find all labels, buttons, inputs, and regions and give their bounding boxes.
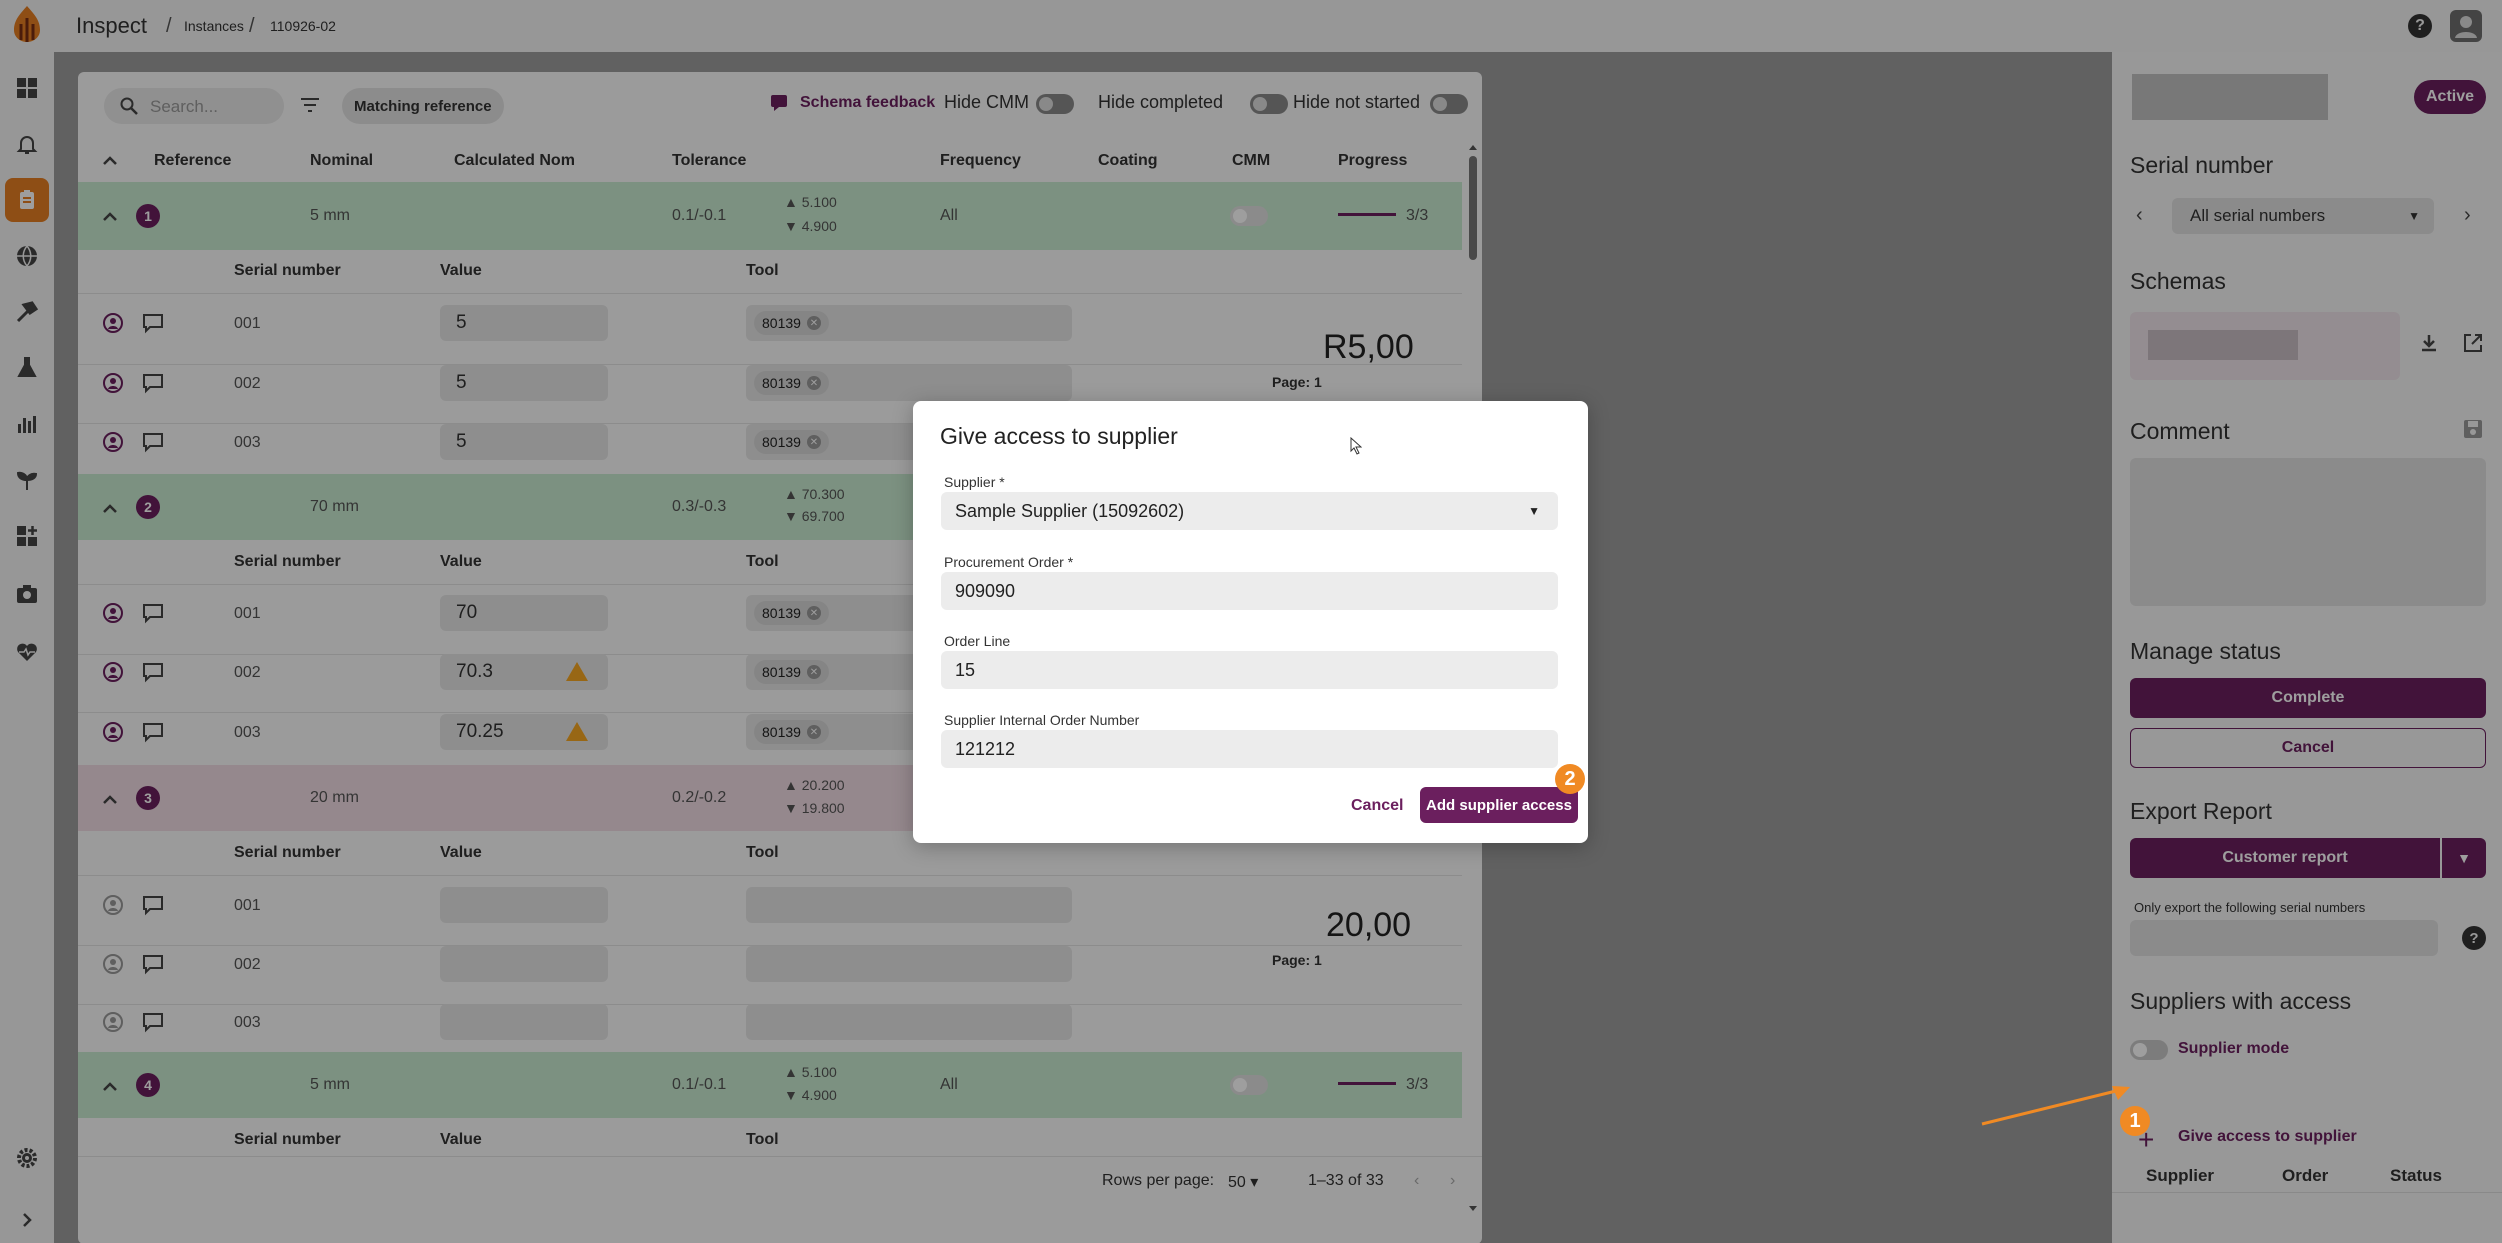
internal-order-label: Supplier Internal Order Number [944,712,1140,728]
annotation-marker-1: 1 [2120,1106,2150,1136]
internal-order-input[interactable]: 121212 [941,730,1558,768]
procurement-order-input[interactable]: 909090 [941,572,1558,610]
supplier-select[interactable]: Sample Supplier (15092602) ▼ [941,492,1558,530]
mouse-cursor-icon [1350,437,1362,455]
annotation-marker-2: 2 [1555,764,1585,794]
dialog-cancel-button[interactable]: Cancel [1351,797,1403,815]
supplier-label: Supplier * [944,474,1005,490]
supplier-select-value: Sample Supplier (15092602) [955,500,1185,521]
annotation-arrow [1980,1082,2140,1128]
dialog-title: Give access to supplier [940,423,1178,449]
add-supplier-access-button[interactable]: Add supplier access [1420,787,1578,823]
chevron-down-icon: ▼ [1528,504,1540,518]
give-access-dialog: Give access to supplier Supplier * Sampl… [913,401,1588,843]
order-line-label: Order Line [944,633,1011,649]
procurement-order-label: Procurement Order * [944,554,1074,570]
order-line-input[interactable]: 15 [941,651,1558,689]
